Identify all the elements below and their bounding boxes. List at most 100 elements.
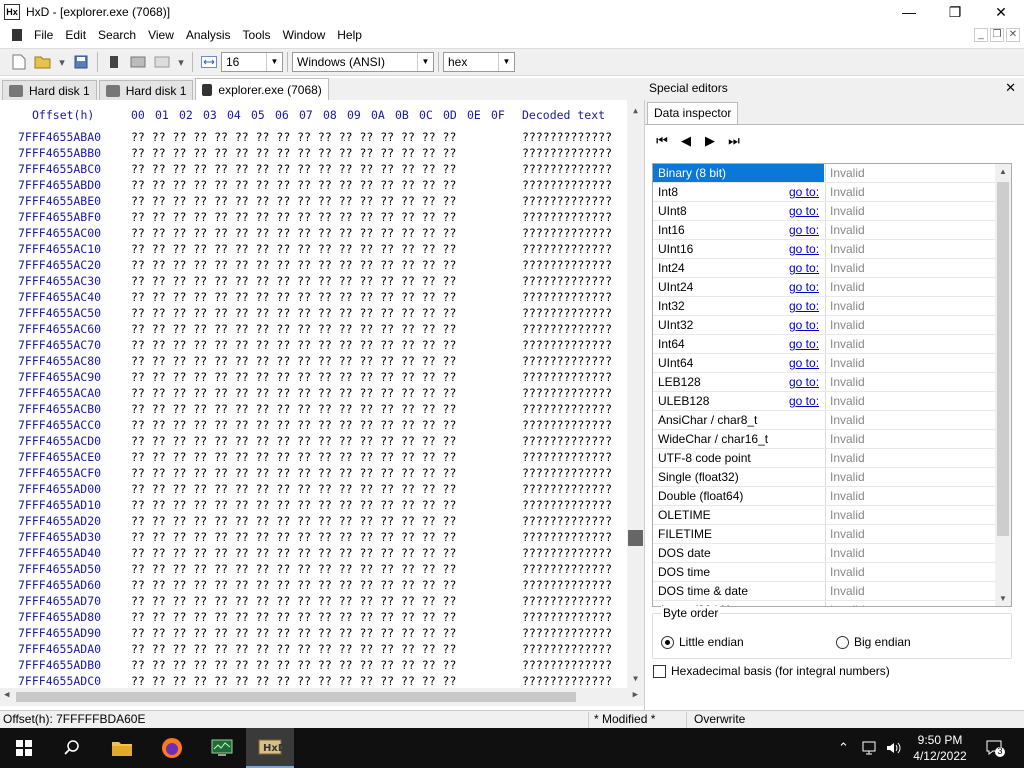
status-edit-mode[interactable]: Overwrite: [694, 712, 745, 726]
goto-link[interactable]: go to:: [789, 221, 819, 239]
hex-basis-checkbox[interactable]: Hexadecimal basis (for integral numbers): [653, 664, 890, 678]
data-inspector-row[interactable]: FILETIME Invalid: [653, 525, 1011, 544]
open-file-icon[interactable]: [34, 53, 52, 71]
row-bytes[interactable]: ?? ?? ?? ?? ?? ?? ?? ?? ?? ?? ?? ?? ?? ?…: [131, 242, 456, 256]
row-bytes[interactable]: ?? ?? ?? ?? ?? ?? ?? ?? ?? ?? ?? ?? ?? ?…: [131, 162, 456, 176]
data-type-value[interactable]: Invalid: [825, 411, 995, 429]
row-bytes[interactable]: ?? ?? ?? ?? ?? ?? ?? ?? ?? ?? ?? ?? ?? ?…: [131, 210, 456, 224]
hex-row[interactable]: 7FFF4655AC50 ?? ?? ?? ?? ?? ?? ?? ?? ?? ?…: [0, 306, 628, 322]
chevron-down-icon[interactable]: ▼: [266, 53, 282, 71]
hex-row[interactable]: 7FFF4655AD20 ?? ?? ?? ?? ?? ?? ?? ?? ?? ?…: [0, 514, 628, 530]
disk-editor-icon[interactable]: [105, 53, 123, 71]
data-inspector-row[interactable]: Int16 go to: Invalid: [653, 221, 1011, 240]
open-dropdown-icon[interactable]: ▾: [58, 53, 66, 71]
row-decoded-text[interactable]: ?????????????: [522, 322, 612, 336]
row-bytes[interactable]: ?? ?? ?? ?? ?? ?? ?? ?? ?? ?? ?? ?? ?? ?…: [131, 418, 456, 432]
row-decoded-text[interactable]: ?????????????: [522, 658, 612, 672]
hex-horizontal-scrollbar[interactable]: ◀ ▶: [0, 688, 644, 706]
row-decoded-text[interactable]: ?????????????: [522, 450, 612, 464]
mdi-minimize-icon[interactable]: _: [974, 28, 988, 42]
maximize-button[interactable]: ❐: [932, 0, 978, 24]
row-bytes[interactable]: ?? ?? ?? ?? ?? ?? ?? ?? ?? ?? ?? ?? ?? ?…: [131, 146, 456, 160]
row-decoded-text[interactable]: ?????????????: [522, 354, 612, 368]
data-type-value[interactable]: Invalid: [825, 202, 995, 220]
mdi-restore-icon[interactable]: ❐: [990, 28, 1004, 42]
data-type-value[interactable]: Invalid: [825, 563, 995, 581]
taskbar-clock[interactable]: 9:50 PM 4/12/2022: [908, 732, 972, 764]
data-inspector-row[interactable]: UTF-8 code point Invalid: [653, 449, 1011, 468]
hex-row[interactable]: 7FFF4655ABD0 ?? ?? ?? ?? ?? ?? ?? ?? ?? ?…: [0, 178, 628, 194]
document-menu-icon[interactable]: [12, 29, 22, 41]
file-tools-icon[interactable]: [153, 53, 171, 71]
data-inspector-row[interactable]: UInt16 go to: Invalid: [653, 240, 1011, 259]
data-type-value[interactable]: Invalid: [825, 354, 995, 372]
hex-row[interactable]: 7FFF4655ACF0 ?? ?? ?? ?? ?? ?? ?? ?? ?? ?…: [0, 466, 628, 482]
row-decoded-text[interactable]: ?????????????: [522, 274, 612, 288]
tab-data-inspector[interactable]: Data inspector: [647, 102, 739, 124]
row-decoded-text[interactable]: ?????????????: [522, 130, 612, 144]
row-bytes[interactable]: ?? ?? ?? ?? ?? ?? ?? ?? ?? ?? ?? ?? ?? ?…: [131, 594, 456, 608]
row-decoded-text[interactable]: ?????????????: [522, 498, 612, 512]
data-type-value[interactable]: Invalid: [825, 373, 995, 391]
scroll-up-icon[interactable]: ▲: [627, 104, 644, 118]
data-inspector-row[interactable]: UInt8 go to: Invalid: [653, 202, 1011, 221]
row-bytes[interactable]: ?? ?? ?? ?? ?? ?? ?? ?? ?? ?? ?? ?? ?? ?…: [131, 338, 456, 352]
scroll-left-icon[interactable]: ◀: [4, 690, 9, 700]
goto-link[interactable]: go to:: [789, 335, 819, 353]
data-inspector-row[interactable]: ULEB128 go to: Invalid: [653, 392, 1011, 411]
hex-row[interactable]: 7FFF4655ADB0 ?? ?? ?? ?? ?? ?? ?? ?? ?? ?…: [0, 658, 628, 674]
hex-row[interactable]: 7FFF4655AC80 ?? ?? ?? ?? ?? ?? ?? ?? ?? ?…: [0, 354, 628, 370]
row-decoded-text[interactable]: ?????????????: [522, 402, 612, 416]
hex-row[interactable]: 7FFF4655ACA0 ?? ?? ?? ?? ?? ?? ?? ?? ?? ?…: [0, 386, 628, 402]
row-bytes[interactable]: ?? ?? ?? ?? ?? ?? ?? ?? ?? ?? ?? ?? ?? ?…: [131, 674, 456, 688]
row-bytes[interactable]: ?? ?? ?? ?? ?? ?? ?? ?? ?? ?? ?? ?? ?? ?…: [131, 290, 456, 304]
row-decoded-text[interactable]: ?????????????: [522, 194, 612, 208]
goto-link[interactable]: go to:: [789, 278, 819, 296]
first-record-icon[interactable]: ⏮: [655, 133, 669, 149]
save-icon[interactable]: [72, 53, 90, 71]
data-inspector-row[interactable]: Int8 go to: Invalid: [653, 183, 1011, 202]
row-decoded-text[interactable]: ?????????????: [522, 674, 612, 688]
hex-row[interactable]: 7FFF4655AD00 ?? ?? ?? ?? ?? ?? ?? ?? ?? ?…: [0, 482, 628, 498]
little-endian-radio[interactable]: Little endian: [661, 635, 744, 649]
hex-row[interactable]: 7FFF4655ABC0 ?? ?? ?? ?? ?? ?? ?? ?? ?? ?…: [0, 162, 628, 178]
data-inspector-row[interactable]: WideChar / char16_t Invalid: [653, 430, 1011, 449]
data-type-value[interactable]: Invalid: [825, 278, 995, 296]
row-decoded-text[interactable]: ?????????????: [522, 626, 612, 640]
menu-view[interactable]: View: [142, 24, 180, 46]
hex-row[interactable]: 7FFF4655AC90 ?? ?? ?? ?? ?? ?? ?? ?? ?? ?…: [0, 370, 628, 386]
data-type-value[interactable]: Invalid: [825, 183, 995, 201]
bytes-per-row-select[interactable]: 16 ▼: [221, 52, 283, 72]
row-bytes[interactable]: ?? ?? ?? ?? ?? ?? ?? ?? ?? ?? ?? ?? ?? ?…: [131, 546, 456, 560]
menu-help[interactable]: Help: [331, 24, 368, 46]
row-bytes[interactable]: ?? ?? ?? ?? ?? ?? ?? ?? ?? ?? ?? ?? ?? ?…: [131, 498, 456, 512]
data-type-value[interactable]: Invalid: [825, 506, 995, 524]
data-inspector-row[interactable]: Binary (8 bit) Invalid: [653, 164, 1011, 183]
scroll-down-icon[interactable]: ▼: [627, 672, 644, 686]
row-bytes[interactable]: ?? ?? ?? ?? ?? ?? ?? ?? ?? ?? ?? ?? ?? ?…: [131, 402, 456, 416]
data-type-value[interactable]: Invalid: [825, 164, 995, 182]
row-bytes[interactable]: ?? ?? ?? ?? ?? ?? ?? ?? ?? ?? ?? ?? ?? ?…: [131, 578, 456, 592]
ram-editor-icon[interactable]: [129, 53, 147, 71]
row-bytes[interactable]: ?? ?? ?? ?? ?? ?? ?? ?? ?? ?? ?? ?? ?? ?…: [131, 482, 456, 496]
hex-row[interactable]: 7FFF4655AC40 ?? ?? ?? ?? ?? ?? ?? ?? ?? ?…: [0, 290, 628, 306]
row-decoded-text[interactable]: ?????????????: [522, 466, 612, 480]
row-bytes[interactable]: ?? ?? ?? ?? ?? ?? ?? ?? ?? ?? ?? ?? ?? ?…: [131, 658, 456, 672]
data-inspector-row[interactable]: Int24 go to: Invalid: [653, 259, 1011, 278]
hex-row[interactable]: 7FFF4655AD10 ?? ?? ?? ?? ?? ?? ?? ?? ?? ?…: [0, 498, 628, 514]
row-decoded-text[interactable]: ?????????????: [522, 258, 612, 272]
goto-link[interactable]: go to:: [789, 316, 819, 334]
row-decoded-text[interactable]: ?????????????: [522, 514, 612, 528]
row-bytes[interactable]: ?? ?? ?? ?? ?? ?? ?? ?? ?? ?? ?? ?? ?? ?…: [131, 434, 456, 448]
data-inspector-row[interactable]: Int64 go to: Invalid: [653, 335, 1011, 354]
hex-row[interactable]: 7FFF4655ABB0 ?? ?? ?? ?? ?? ?? ?? ?? ?? ?…: [0, 146, 628, 162]
row-decoded-text[interactable]: ?????????????: [522, 546, 612, 560]
hex-row[interactable]: 7FFF4655ABE0 ?? ?? ?? ?? ?? ?? ?? ?? ?? ?…: [0, 194, 628, 210]
row-bytes[interactable]: ?? ?? ?? ?? ?? ?? ?? ?? ?? ?? ?? ?? ?? ?…: [131, 178, 456, 192]
row-bytes[interactable]: ?? ?? ?? ?? ?? ?? ?? ?? ?? ?? ?? ?? ?? ?…: [131, 354, 456, 368]
row-decoded-text[interactable]: ?????????????: [522, 226, 612, 240]
row-bytes[interactable]: ?? ?? ?? ?? ?? ?? ?? ?? ?? ?? ?? ?? ?? ?…: [131, 130, 456, 144]
close-button[interactable]: ✕: [978, 0, 1024, 24]
close-icon[interactable]: ✕: [1005, 78, 1016, 98]
hex-row[interactable]: 7FFF4655AC10 ?? ?? ?? ?? ?? ?? ?? ?? ?? ?…: [0, 242, 628, 258]
